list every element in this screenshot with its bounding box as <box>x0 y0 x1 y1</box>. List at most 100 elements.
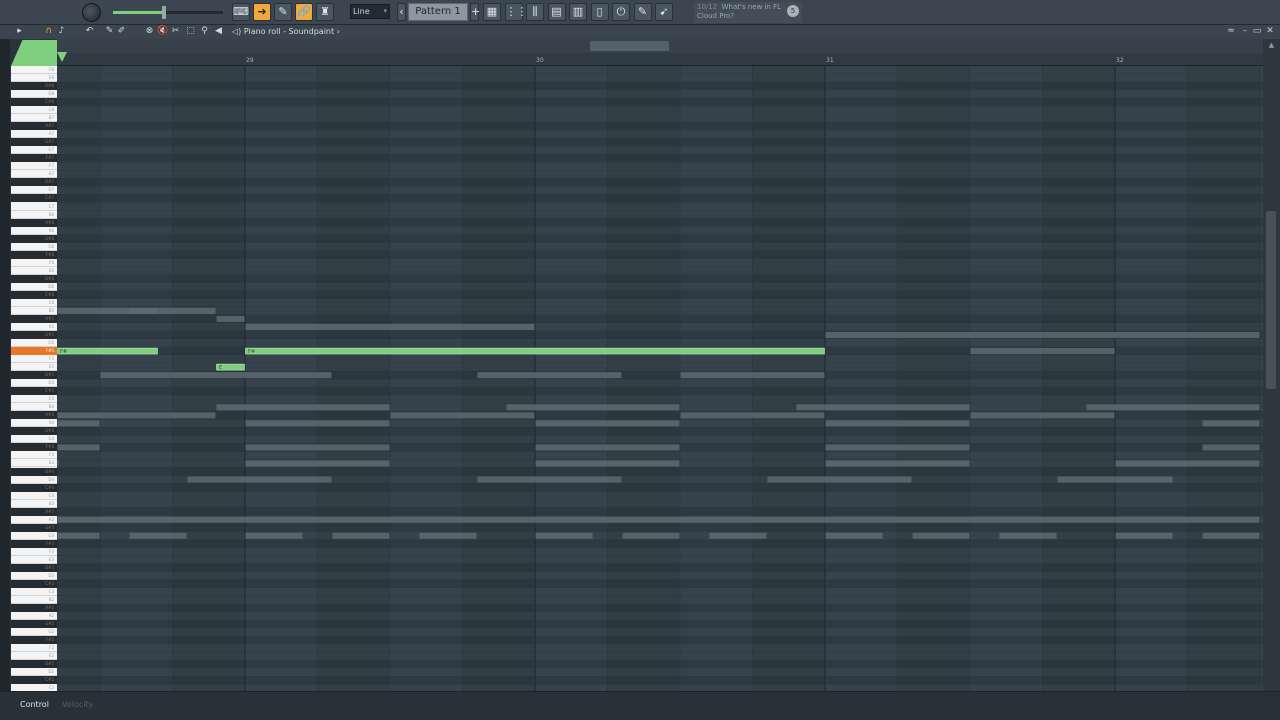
metronome-button[interactable]: ♜ <box>316 3 334 21</box>
piano-key[interactable]: D3 <box>11 571 57 580</box>
ghost-note[interactable] <box>216 315 245 322</box>
piano-key[interactable]: B5 <box>11 306 57 315</box>
typing-keyboard-button[interactable]: ⌨ <box>232 3 250 21</box>
hint-panel[interactable]: 10/12 What's new in FL Cloud Pro? 5 <box>694 2 802 23</box>
delete-icon[interactable]: ⊗ <box>144 26 155 37</box>
piano-key[interactable]: F2 <box>11 644 57 653</box>
piano-key[interactable]: F#6 <box>11 250 57 259</box>
piano-key[interactable]: C#6 <box>11 290 57 299</box>
mixer-icon[interactable]: ⫼ <box>526 3 544 21</box>
scroll-up-icon[interactable]: ▲ <box>1263 39 1280 51</box>
undo-icon[interactable]: ↶ <box>84 26 95 37</box>
piano-key[interactable]: A7 <box>11 130 57 139</box>
piano-key[interactable]: A#5 <box>11 314 57 323</box>
ghost-note[interactable] <box>245 420 390 427</box>
piano-key[interactable]: E8 <box>11 74 57 83</box>
ghost-note[interactable] <box>999 532 1057 539</box>
piano-key[interactable]: D#8 <box>11 82 57 91</box>
ghost-note[interactable] <box>535 532 593 539</box>
piano-key[interactable]: C#7 <box>11 194 57 203</box>
piano-key[interactable]: A6 <box>11 226 57 235</box>
piano-key[interactable]: C6 <box>11 298 57 307</box>
ghost-note[interactable] <box>245 444 390 451</box>
zoom-icon[interactable]: ⚲ <box>199 26 210 37</box>
piano-key[interactable]: F#2 <box>11 636 57 645</box>
ghost-note[interactable] <box>419 532 477 539</box>
pattern-select[interactable]: Pattern 1 <box>408 3 468 21</box>
piano-key[interactable]: B7 <box>11 114 57 123</box>
tempo-slider-handle[interactable] <box>161 6 166 19</box>
ghost-note[interactable] <box>245 460 390 467</box>
velocity-label[interactable]: Velocity <box>62 700 93 709</box>
piano-key[interactable]: G#2 <box>11 620 57 629</box>
control-selector[interactable]: Control <box>20 700 49 709</box>
piano-key[interactable]: A2 <box>11 612 57 621</box>
ghost-note[interactable] <box>709 532 767 539</box>
piano-key[interactable]: F8 <box>11 66 57 74</box>
ghost-note[interactable] <box>477 372 622 379</box>
play-arrow-icon[interactable]: ▸ <box>14 26 25 37</box>
piano-key[interactable]: C4 <box>11 491 57 500</box>
tempo-slider[interactable] <box>113 6 223 19</box>
ghost-note[interactable] <box>57 444 100 451</box>
ghost-note[interactable] <box>970 348 1115 355</box>
note[interactable] <box>57 347 158 355</box>
minimize-icon[interactable]: – <box>1240 26 1250 37</box>
ghost-note[interactable] <box>57 532 100 539</box>
plugin-icon[interactable]: ▯ <box>590 3 609 21</box>
ghost-note[interactable] <box>912 532 970 539</box>
ghost-note[interactable] <box>390 412 535 419</box>
ghost-note[interactable] <box>245 532 303 539</box>
ghost-note[interactable] <box>825 420 970 427</box>
bar-label[interactable]: 29 <box>246 57 254 64</box>
piano-key[interactable]: C#4 <box>11 483 57 492</box>
pencil-button[interactable]: ✎ <box>274 3 292 21</box>
mute-icon[interactable]: 🔇 <box>157 26 168 37</box>
ghost-note[interactable] <box>1115 460 1260 467</box>
piano-key[interactable]: E4 <box>11 459 57 468</box>
ghost-note[interactable] <box>100 372 332 379</box>
piano-key[interactable]: D#4 <box>11 467 57 476</box>
piano-key[interactable]: G7 <box>11 146 57 155</box>
ghost-note[interactable] <box>1057 476 1173 483</box>
piano-key[interactable]: D#2 <box>11 660 57 669</box>
ghost-note[interactable] <box>680 372 825 379</box>
ghost-note[interactable] <box>535 420 680 427</box>
select-icon[interactable]: ⬚ <box>185 26 196 37</box>
piano-key[interactable]: G#3 <box>11 523 57 532</box>
piano-key[interactable]: F#3 <box>11 539 57 548</box>
piano-key[interactable]: A#7 <box>11 122 57 131</box>
news-badge-icon[interactable]: 5 <box>787 5 799 17</box>
piano-key[interactable]: C8 <box>11 106 57 115</box>
piano-key[interactable]: F6 <box>11 258 57 267</box>
piano-roll-title[interactable]: ◁) Piano roll - Soundpaint › <box>232 26 340 37</box>
add-pattern-button[interactable]: + <box>470 3 480 21</box>
piano-key[interactable]: C#8 <box>11 98 57 107</box>
ghost-note[interactable] <box>216 404 390 411</box>
horizontal-scrollbar[interactable] <box>57 39 1263 53</box>
link-button[interactable]: 🔗 <box>295 3 313 21</box>
piano-key[interactable]: C#2 <box>11 676 57 685</box>
piano-key[interactable]: G6 <box>11 242 57 251</box>
maximize-icon[interactable]: ▭ <box>1252 26 1262 37</box>
piano-key[interactable]: D7 <box>11 186 57 195</box>
piano-key[interactable]: D2 <box>11 668 57 677</box>
piano-key[interactable]: F#4 <box>11 443 57 452</box>
piano-key[interactable]: G#6 <box>11 234 57 243</box>
master-volume-knob[interactable] <box>82 3 101 22</box>
piano-key[interactable]: C#3 <box>11 579 57 588</box>
ghost-note[interactable] <box>767 476 912 483</box>
detach-icon[interactable]: ≈ <box>1226 26 1236 37</box>
ghost-note[interactable] <box>57 460 59 467</box>
browser-icon[interactable]: ▥ <box>569 3 587 21</box>
piano-key[interactable]: D4 <box>11 475 57 484</box>
piano-key[interactable]: F#5 <box>11 347 57 356</box>
vertical-scrollbar[interactable]: ▲ <box>1263 39 1280 691</box>
ghost-note[interactable] <box>1202 444 1260 451</box>
magnet-icon[interactable]: ∩ <box>43 26 54 37</box>
piano-key[interactable]: A3 <box>11 515 57 524</box>
piano-key[interactable]: F#7 <box>11 154 57 163</box>
note-grid[interactable]: F# E F# <box>57 66 1263 692</box>
pattern-prev-button[interactable]: ‹ <box>397 3 406 21</box>
playback-icon[interactable]: ◀ <box>213 26 224 37</box>
